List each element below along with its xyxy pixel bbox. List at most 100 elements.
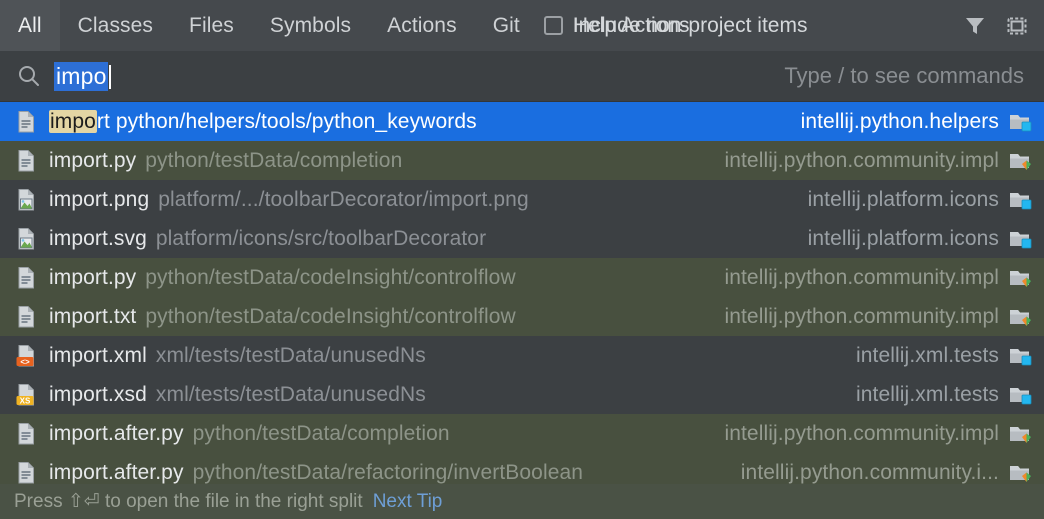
result-file-name: import.svg bbox=[49, 227, 147, 251]
result-row[interactable]: import.py python/testData/completion intel… bbox=[0, 141, 1044, 180]
tab-files-label: Files bbox=[189, 13, 234, 37]
file-image-icon bbox=[14, 227, 38, 251]
result-file-name-rest: rt python/helpers/tools/python_keywords bbox=[96, 109, 477, 133]
result-module-name: intellij.python.helpers bbox=[800, 109, 999, 133]
result-file-path: python/testData/codeInsight/controlflow bbox=[145, 304, 516, 328]
search-icon bbox=[16, 63, 42, 89]
result-module-name: intellij.python.community.i... bbox=[740, 460, 999, 484]
result-module-name: intellij.platform.icons bbox=[807, 187, 999, 211]
result-file-name: import.after.py bbox=[49, 461, 184, 485]
result-row[interactable]: import.txt python/testData/codeInsight/co… bbox=[0, 297, 1044, 336]
result-row[interactable]: import.after.py python/testData/completio… bbox=[0, 414, 1044, 453]
result-file-path: platform/.../toolbarDecorator/import.png bbox=[158, 187, 529, 211]
overlapping-labels: Include non-project items Help Actions bbox=[573, 12, 954, 40]
result-file-name: import.py bbox=[49, 266, 136, 290]
result-row[interactable]: import.svg platform/icons/src/toolbarDeco… bbox=[0, 219, 1044, 258]
result-file-name-rest: rt.after.py bbox=[94, 460, 184, 484]
match-highlight: impo bbox=[49, 421, 95, 445]
svg-text:XS: XS bbox=[20, 396, 31, 405]
file-xml-icon: <> bbox=[14, 344, 38, 368]
result-file-name: import.png bbox=[49, 188, 149, 212]
result-file-name: import.xsd bbox=[49, 383, 147, 407]
status-bar-tip: Press ⇧⏎ to open the file in the right s… bbox=[14, 491, 363, 512]
module-folder-blue-icon bbox=[1008, 228, 1034, 250]
result-file-name-rest: rt.svg bbox=[94, 226, 147, 250]
tab-git[interactable]: Git bbox=[475, 0, 538, 51]
tab-actions[interactable]: Actions bbox=[369, 0, 475, 51]
match-highlight: impo bbox=[49, 226, 95, 250]
result-module-name: intellij.xml.tests bbox=[856, 382, 999, 406]
tab-git-label: Git bbox=[492, 13, 520, 37]
tab-all-label: All bbox=[18, 13, 42, 37]
tab-symbols-label: Symbols bbox=[269, 13, 352, 37]
search-bar[interactable]: impo Type / to see commands bbox=[0, 51, 1044, 102]
result-file-path: platform/icons/src/toolbarDecorator bbox=[155, 226, 487, 250]
result-file-name: import.xml bbox=[49, 344, 147, 368]
result-file-name-rest: rt.png bbox=[94, 187, 150, 211]
module-folder-blue-icon bbox=[1008, 384, 1034, 406]
search-input-value: impo bbox=[54, 61, 108, 91]
file-text-icon bbox=[14, 110, 38, 134]
next-tip-link[interactable]: Next Tip bbox=[373, 491, 443, 513]
module-folder-blue-icon bbox=[1008, 189, 1034, 211]
match-highlight: impo bbox=[49, 187, 95, 211]
result-file-name-rest: rt.py bbox=[94, 148, 137, 172]
result-module-name: intellij.python.community.impl bbox=[724, 148, 999, 172]
match-highlight: impo bbox=[49, 109, 97, 133]
search-input[interactable]: impo bbox=[54, 61, 111, 91]
module-folder-python-icon bbox=[1008, 150, 1034, 172]
result-file-name: import.txt bbox=[49, 305, 136, 329]
result-module-name: intellij.python.community.impl bbox=[724, 265, 999, 289]
tab-files[interactable]: Files bbox=[171, 0, 252, 51]
tab-symbols[interactable]: Symbols bbox=[252, 0, 369, 51]
match-highlight: impo bbox=[49, 343, 95, 367]
result-file-path: python/testData/completion bbox=[145, 148, 403, 172]
module-folder-python-icon bbox=[1008, 462, 1034, 484]
result-row[interactable]: import.py python/testData/codeInsight/con… bbox=[0, 258, 1044, 297]
preview-panel-icon[interactable] bbox=[1004, 13, 1030, 39]
file-text-icon bbox=[14, 149, 38, 173]
tab-all[interactable]: All bbox=[0, 0, 60, 51]
checkbox-unchecked-icon[interactable] bbox=[543, 16, 563, 35]
result-module-name: intellij.platform.icons bbox=[807, 226, 999, 250]
match-highlight: impo bbox=[49, 148, 95, 172]
result-file-name-rest: rt.py bbox=[94, 265, 137, 289]
result-row[interactable]: XS import.xsd xml/tests/testData/unusedNs i… bbox=[0, 375, 1044, 414]
match-highlight: impo bbox=[49, 382, 95, 406]
file-text-icon bbox=[14, 266, 38, 290]
filter-icon[interactable] bbox=[962, 13, 988, 39]
match-highlight: impo bbox=[49, 265, 95, 289]
text-cursor bbox=[108, 64, 111, 89]
result-file-name-rest: rt.xml bbox=[94, 343, 147, 367]
result-module-name: intellij.python.community.impl bbox=[724, 304, 999, 328]
help-actions-label[interactable]: Help Actions bbox=[573, 12, 690, 40]
module-folder-python-icon bbox=[1008, 267, 1034, 289]
module-folder-python-icon bbox=[1008, 423, 1034, 445]
result-file-path: xml/tests/testData/unusedNs bbox=[155, 382, 426, 406]
module-folder-blue-icon bbox=[1008, 111, 1034, 133]
result-row[interactable]: import python/helpers/tools/python_keywo… bbox=[0, 102, 1044, 141]
status-bar: Press ⇧⏎ to open the file in the right s… bbox=[0, 484, 1044, 519]
tab-actions-label: Actions bbox=[387, 13, 457, 37]
tab-classes-label: Classes bbox=[77, 13, 154, 37]
result-file-name: import python/helpers/tools/python_keywo… bbox=[49, 109, 477, 134]
result-file-name: import.after.py bbox=[49, 422, 184, 446]
result-file-name-rest: rt.txt bbox=[94, 304, 137, 328]
file-text-icon bbox=[14, 305, 38, 329]
results-list[interactable]: import python/helpers/tools/python_keywo… bbox=[0, 102, 1044, 492]
tab-classes[interactable]: Classes bbox=[60, 0, 171, 51]
match-highlight: impo bbox=[49, 304, 95, 328]
tab-bar-icons bbox=[954, 0, 1044, 51]
result-file-path: python/testData/refactoring/invertBoolea… bbox=[192, 460, 584, 484]
module-folder-blue-icon bbox=[1008, 345, 1034, 367]
result-row[interactable]: <> import.xml xml/tests/testData/unusedNs i… bbox=[0, 336, 1044, 375]
tab-bar: All Classes Files Symbols Actions Git In… bbox=[0, 0, 1044, 51]
module-folder-python-icon bbox=[1008, 306, 1034, 328]
svg-text:<>: <> bbox=[20, 357, 30, 366]
file-text-icon bbox=[14, 422, 38, 446]
match-highlight: impo bbox=[49, 460, 95, 484]
result-file-name-rest: rt.after.py bbox=[94, 421, 184, 445]
result-module-name: intellij.python.community.impl bbox=[724, 421, 999, 445]
result-file-name: import.py bbox=[49, 149, 136, 173]
result-row[interactable]: import.png platform/.../toolbarDecorator/… bbox=[0, 180, 1044, 219]
